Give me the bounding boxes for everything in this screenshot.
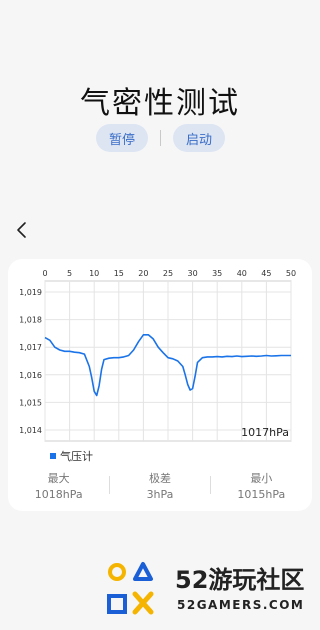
page-title: 气密性测试 (80, 86, 240, 121)
legend-label: 气压计 (60, 450, 93, 463)
stat-min: 最小 1015hPa (211, 471, 312, 503)
y-tick-label: 1,016 (19, 371, 42, 380)
stat-range-label: 极差 (148, 472, 171, 485)
y-tick-label: 1,019 (19, 288, 42, 297)
current-reading: 1017hPa (241, 426, 289, 439)
stat-range: 极差 3hPa (109, 471, 211, 503)
watermark-logo: 52游玩社区 52GAMERS.COM (103, 560, 317, 624)
x-tick-label: 15 (114, 269, 124, 278)
screen: 气密性测试 暂停 启动 0 5 10 15 20 25 30 35 40 45 50 1,019 1,0… (0, 0, 320, 630)
x-tick-label: 25 (163, 269, 173, 278)
y-tick-label: 1,017 (19, 343, 42, 352)
back-icon[interactable] (12, 218, 32, 242)
stat-max-value: 1018hPa (34, 488, 83, 501)
chart-card: 0 5 10 15 20 25 30 35 40 45 50 1,019 1,018 1,017 1,016… (8, 259, 312, 511)
pressure-chart: 0 5 10 15 20 25 30 35 40 45 50 1,019 1,018 1,017 1,016… (19, 269, 296, 442)
x-tick-label: 50 (286, 269, 296, 278)
stat-divider (109, 476, 111, 494)
x-tick-label: 10 (89, 269, 99, 278)
stats-row: 最大 1018hPa 极差 3hPa 最小 1015hPa (8, 471, 312, 503)
start-button[interactable]: 启动 (173, 124, 225, 152)
button-divider (160, 130, 161, 146)
watermark-glyph-icon (107, 562, 154, 615)
x-tick-label: 45 (261, 269, 271, 278)
watermark-subtext: 52GAMERS.COM (177, 598, 305, 612)
x-tick-label: 30 (188, 269, 198, 278)
x-tick-label: 20 (138, 269, 148, 278)
y-tick-label: 1,015 (19, 398, 42, 407)
y-tick-label: 1,018 (19, 316, 42, 325)
stat-max-label: 最大 (47, 472, 70, 485)
y-tick-label: 1,014 (19, 426, 42, 435)
stat-max: 最大 1018hPa (8, 471, 109, 503)
stat-min-label: 最小 (250, 472, 273, 485)
x-tick-label: 5 (67, 269, 72, 278)
x-tick-label: 40 (237, 269, 247, 278)
x-tick-label: 0 (42, 269, 47, 278)
legend: 气压计 (50, 448, 93, 464)
pause-button[interactable]: 暂停 (96, 124, 148, 152)
x-tick-label: 35 (212, 269, 222, 278)
stat-min-value: 1015hPa (237, 488, 286, 501)
legend-swatch (50, 453, 56, 459)
stat-range-value: 3hPa (146, 488, 174, 501)
watermark-text: 52游玩社区 (175, 566, 305, 594)
